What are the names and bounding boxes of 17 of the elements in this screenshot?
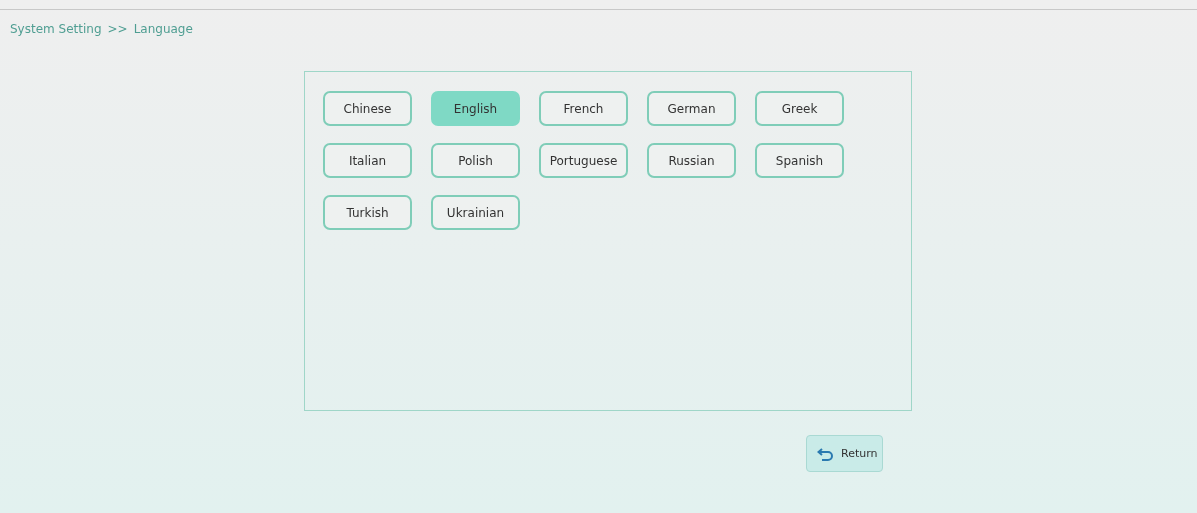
language-button[interactable]: Russian	[647, 143, 736, 178]
return-button[interactable]: Return	[806, 435, 883, 472]
language-button[interactable]: English	[431, 91, 520, 126]
language-button[interactable]: Portuguese	[539, 143, 628, 178]
language-button[interactable]: Spanish	[755, 143, 844, 178]
language-button[interactable]: Greek	[755, 91, 844, 126]
breadcrumb-separator: >>	[107, 22, 128, 36]
language-button[interactable]: Polish	[431, 143, 520, 178]
language-button[interactable]: Turkish	[323, 195, 412, 230]
breadcrumb-page: Language	[133, 22, 193, 36]
language-button[interactable]: French	[539, 91, 628, 126]
language-button[interactable]: Ukrainian	[431, 195, 520, 230]
language-button[interactable]: German	[647, 91, 736, 126]
return-icon	[817, 446, 835, 461]
breadcrumb-section: System Setting	[10, 22, 102, 36]
language-button[interactable]: Italian	[323, 143, 412, 178]
language-button[interactable]: Chinese	[323, 91, 412, 126]
